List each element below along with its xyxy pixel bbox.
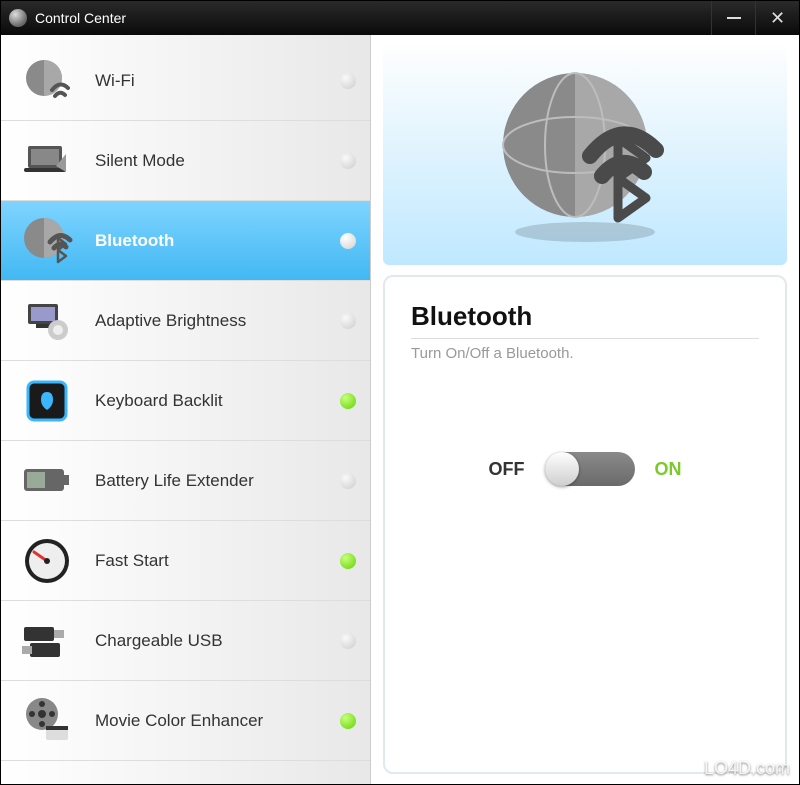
wifi-globe-icon [19,53,75,109]
keyboard-backlit-icon [19,373,75,429]
sidebar-item-label: Silent Mode [95,151,340,171]
status-dot [340,233,356,249]
sidebar-item-label: Wi-Fi [95,71,340,91]
toggle-off-label: OFF [489,459,525,480]
app-icon [9,9,27,27]
bluetooth-toggle[interactable] [545,452,635,486]
sidebar-item-label: Adaptive Brightness [95,311,340,331]
hero-area [383,45,787,265]
brightness-icon [19,293,75,349]
bluetooth-globe-icon [19,213,75,269]
sidebar-item-wifi[interactable]: Wi-Fi [1,41,370,121]
status-dot [340,393,356,409]
minimize-button[interactable] [711,1,755,35]
toggle-on-label: ON [655,459,682,480]
speedometer-icon [19,533,75,589]
status-dot [340,153,356,169]
bluetooth-globe-hero-icon [490,60,680,250]
close-button[interactable]: ✕ [755,1,799,35]
sidebar: Wi-Fi Silent Mode Bluetooth [1,35,371,784]
sidebar-item-label: Movie Color Enhancer [95,711,340,731]
sidebar-item-movie-color-enhancer[interactable]: Movie Color Enhancer [1,681,370,761]
status-dot [340,73,356,89]
battery-icon [19,453,75,509]
sidebar-item-fast-start[interactable]: Fast Start [1,521,370,601]
sidebar-item-bluetooth[interactable]: Bluetooth [1,201,370,281]
close-icon: ✕ [770,8,785,29]
content: Wi-Fi Silent Mode Bluetooth [1,35,799,784]
usb-icon [19,613,75,669]
detail-panel: Bluetooth Turn On/Off a Bluetooth. OFF O… [383,275,787,774]
status-dot [340,313,356,329]
sidebar-item-label: Fast Start [95,551,340,571]
sidebar-item-chargeable-usb[interactable]: Chargeable USB [1,601,370,681]
sidebar-item-battery-life-extender[interactable]: Battery Life Extender [1,441,370,521]
app-window: Control Center ✕ Wi-Fi Silent Mode [0,0,800,785]
sidebar-item-label: Chargeable USB [95,631,340,651]
detail-subtitle: Turn On/Off a Bluetooth. [411,345,759,362]
window-title: Control Center [35,10,711,26]
toggle-knob [545,452,579,486]
title-bar[interactable]: Control Center ✕ [1,1,799,35]
status-dot [340,713,356,729]
toggle-row: OFF ON [411,452,759,486]
status-dot [340,473,356,489]
minimize-icon [727,17,741,19]
sidebar-item-adaptive-brightness[interactable]: Adaptive Brightness [1,281,370,361]
status-dot [340,553,356,569]
sidebar-item-label: Bluetooth [95,231,340,251]
sidebar-item-silent-mode[interactable]: Silent Mode [1,121,370,201]
sidebar-item-keyboard-backlit[interactable]: Keyboard Backlit [1,361,370,441]
detail-pane: Bluetooth Turn On/Off a Bluetooth. OFF O… [371,35,799,784]
status-dot [340,633,356,649]
laptop-mute-icon [19,133,75,189]
sidebar-item-label: Keyboard Backlit [95,391,340,411]
detail-title: Bluetooth [411,301,759,332]
film-reel-icon [19,693,75,749]
sidebar-item-label: Battery Life Extender [95,471,340,491]
divider [411,338,759,339]
